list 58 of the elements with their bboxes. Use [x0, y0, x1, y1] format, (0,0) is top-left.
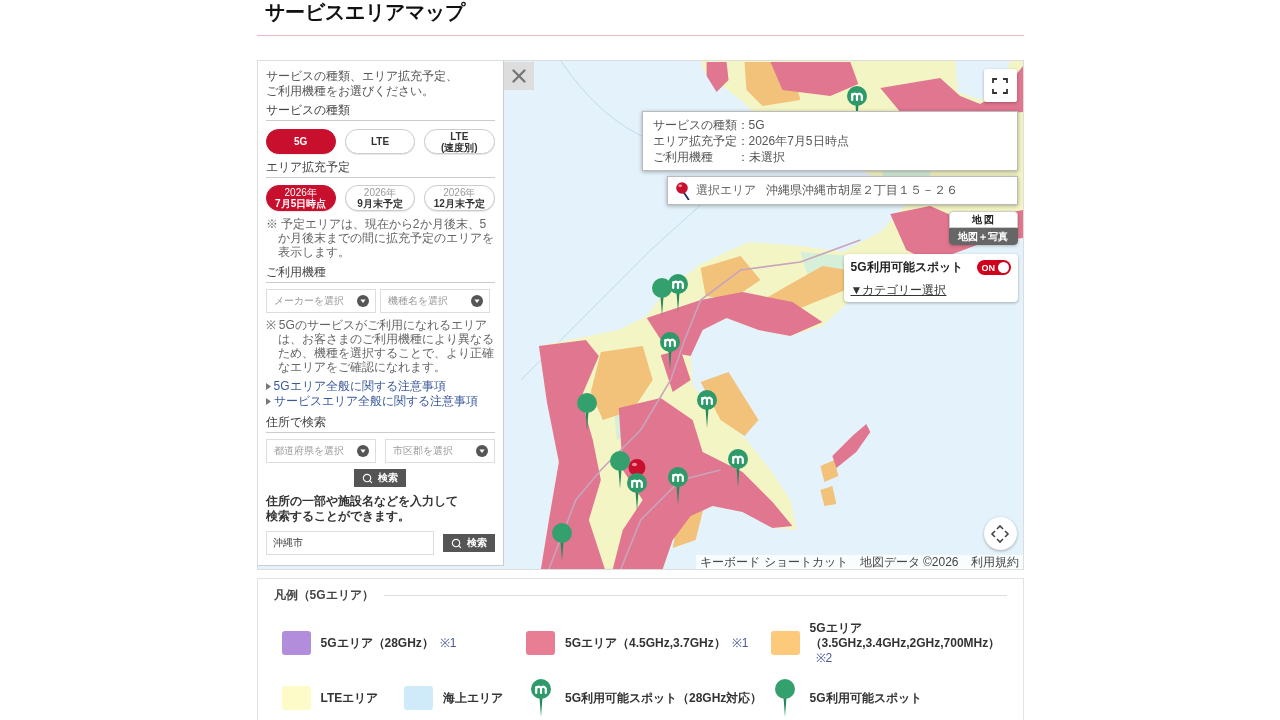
keyboard-shortcuts-link[interactable]: キーボード ショートカット: [700, 555, 848, 569]
footnote-link[interactable]: ※1: [439, 635, 457, 651]
address-input[interactable]: 沖縄市: [265, 531, 434, 555]
note-text: ※ 5Gのサービスがご利用になれるエリアは、お客さまのご利用機種により異なるため、機種を選択することで、より正確なエリアをご確認になれます。: [265, 318, 495, 374]
pushpin-icon: [675, 181, 690, 200]
info-value: 未選択: [748, 149, 785, 165]
option-button[interactable]: LTE: [344, 129, 416, 154]
option-button[interactable]: LTE (速度別): [424, 129, 495, 154]
footnote-link[interactable]: ※2: [815, 650, 833, 666]
info-label: サービスの種類: [652, 117, 737, 133]
legend-label: 5Gエリア（4.5GHz,3.7GHz）: [565, 635, 726, 650]
info-value: 2026年7月5日時点: [748, 133, 849, 149]
option-button[interactable]: 2026年 12月末予定: [424, 185, 495, 211]
search-icon: [362, 472, 373, 484]
section-heading: 住所で検索: [265, 415, 326, 430]
section-heading: ご利用機種: [265, 265, 326, 280]
close-button[interactable]: [503, 62, 534, 90]
legend-label: 5G利用可能スポット（28GHz対応）: [565, 690, 763, 705]
spot-title: 5G利用可能スポット: [850, 259, 963, 276]
notice-link[interactable]: 5Gエリア全般に関する注意事項: [265, 379, 446, 393]
spot-toggle[interactable]: ON: [976, 260, 1011, 275]
selected-area-label: 選択エリア: [695, 182, 756, 199]
search-button[interactable]: 検索: [442, 534, 495, 552]
legend-label: 5Gエリア（3.5GHz,3.4GHz,2GHz,700MHz）: [809, 620, 1001, 650]
info-value: 5G: [748, 117, 765, 133]
info-label: ご利用機種: [652, 149, 713, 165]
search-hint: 住所の一部や施設名などを入力して検索することができます。: [265, 494, 459, 524]
legend-label: 海上エリア: [442, 690, 503, 705]
intro-text: サービスの種類、エリア拡充予定、ご利用機種をお選びください。: [265, 69, 459, 99]
search-icon: [450, 537, 462, 549]
terms-link[interactable]: 利用規約: [970, 555, 1019, 569]
search-button[interactable]: 検索: [354, 469, 406, 487]
selected-address: 沖縄県沖縄市胡屋２丁目１５－２６: [765, 182, 958, 199]
section-heading: エリア拡充予定: [265, 160, 350, 175]
map-type-button[interactable]: 地 図: [948, 211, 1018, 228]
info-label: エリア拡充予定: [652, 133, 737, 149]
fullscreen-icon: [992, 77, 1008, 94]
map-type-button[interactable]: 地図＋写真: [948, 228, 1018, 245]
option-button[interactable]: 5G: [265, 129, 336, 154]
info-separator: ：: [736, 117, 749, 133]
pan-button[interactable]: [983, 517, 1017, 550]
footnote-link[interactable]: ※1: [731, 635, 749, 651]
section-heading: サービスの種類: [265, 103, 350, 118]
legend-label: 5Gエリア（28GHz）: [320, 635, 434, 650]
info-separator: ：: [736, 149, 749, 165]
page-title: サービスエリアマップ: [264, 0, 465, 25]
option-button[interactable]: 2026年 7月5日時点: [265, 185, 336, 211]
fullscreen-button[interactable]: [983, 69, 1017, 102]
map-data-credit: 地図データ ©2026: [859, 555, 959, 569]
legend-title: 凡例（5Gエリア）: [273, 588, 374, 603]
option-button[interactable]: 2026年 9月末予定: [344, 185, 416, 211]
category-link[interactable]: ▼カテゴリー選択: [850, 283, 947, 297]
legend-label: 5G利用可能スポット: [809, 690, 922, 705]
move-arrows-icon: [990, 523, 1010, 544]
notice-link[interactable]: サービスエリア全般に関する注意事項: [265, 394, 478, 408]
legend-label: LTEエリア: [320, 690, 379, 705]
note-text: ※ 予定エリアは、現在から2か月後末、5か月後末までの間に拡充予定のエリアを表示します。: [265, 217, 495, 259]
info-separator: ：: [736, 133, 749, 149]
